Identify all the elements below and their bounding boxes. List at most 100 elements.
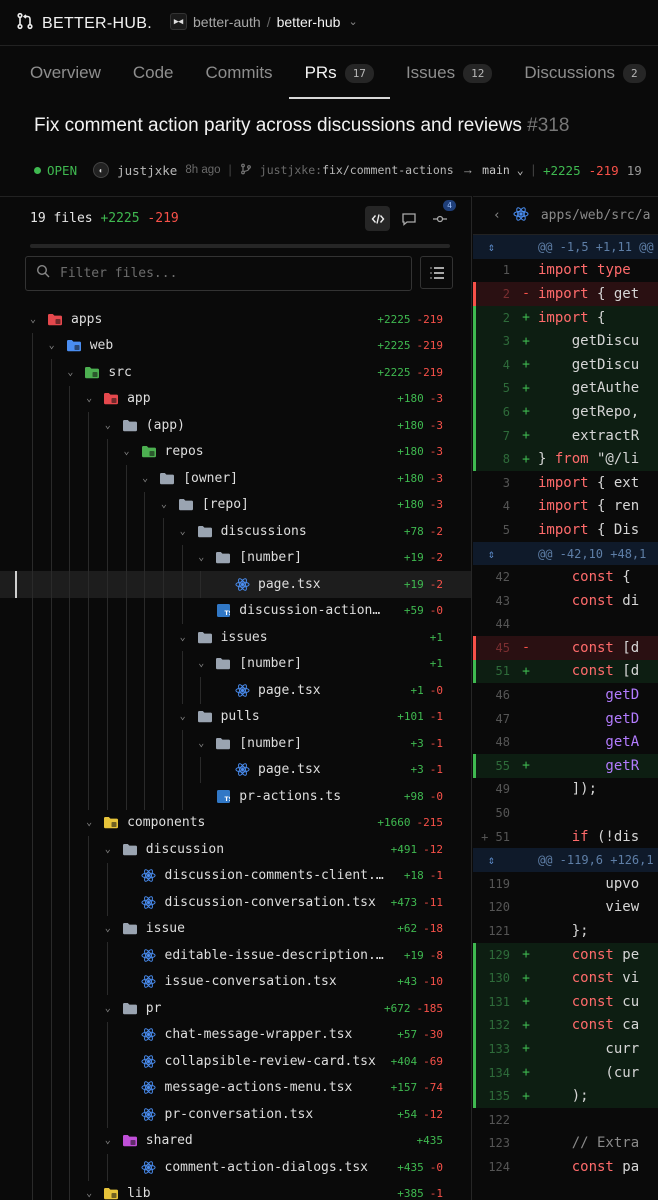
tree-folder-row[interactable]: ⌄ discussions +78 -2 <box>0 518 471 545</box>
chevron-down-icon[interactable]: ⌄ <box>195 658 207 669</box>
tree-folder-row[interactable]: ⌄ [number] +3 -1 <box>0 730 471 757</box>
tree-folder-row[interactable]: ⌄ [repo] +180 -3 <box>0 491 471 518</box>
diff-context-line[interactable]: 119 upvo <box>473 872 658 896</box>
tree-file-row[interactable]: message-actions-menu.tsx +157 -74 <box>0 1074 471 1101</box>
chevron-down-icon[interactable]: ⌄ <box>83 1188 95 1199</box>
tree-folder-row[interactable]: ⌄ pulls +101 -1 <box>0 703 471 730</box>
filter-files-input[interactable] <box>60 266 400 281</box>
diff-context-line[interactable]: 1 import type <box>473 259 658 283</box>
tree-folder-row[interactable]: ⌄ lib +385 -1 <box>0 1180 471 1200</box>
commits-view-button[interactable]: 4 <box>427 200 456 231</box>
chevron-down-icon[interactable]: ⌄ <box>158 499 170 510</box>
tree-folder-row[interactable]: ⌄ [number] +19 -2 <box>0 544 471 571</box>
diff-added-line[interactable]: 3 + getDiscu <box>473 329 658 353</box>
chevron-down-icon[interactable]: ⌄ <box>102 923 114 934</box>
chevron-down-icon[interactable]: ⌄ <box>348 15 357 28</box>
diff-added-line[interactable]: 7 + extractR <box>473 423 658 448</box>
author-avatar[interactable]: ◐ <box>93 162 110 178</box>
breadcrumb-repo[interactable]: better-hub <box>277 14 341 30</box>
tree-file-row[interactable]: editable-issue-description.tsx +19 -8 <box>0 942 471 969</box>
chevron-down-icon[interactable]: ⌄ <box>195 552 207 563</box>
tree-file-row[interactable]: TS discussion-actions.… +59 -0 <box>0 597 471 624</box>
diff-context-line[interactable]: 5 import { Dis <box>473 518 658 542</box>
head-branch[interactable]: justjxke:fix/comment-actions <box>260 163 454 177</box>
tree-file-row[interactable]: page.tsx +19 -2 <box>0 571 471 598</box>
tree-file-row[interactable]: issue-conversation.tsx +43 -10 <box>0 968 471 995</box>
diff-context-line[interactable]: 121 }; <box>473 919 658 943</box>
expand-hunk-icon[interactable]: ⇕ <box>473 240 518 254</box>
diff-added-line[interactable]: 135 + ); <box>473 1084 658 1108</box>
diff-added-line[interactable]: 5 + getAuthe <box>473 376 658 401</box>
chevron-down-icon[interactable]: ⌄ <box>177 632 189 643</box>
diff-added-line[interactable]: 134 + (cur <box>473 1060 658 1085</box>
diff-context-line[interactable]: 49 ]); <box>473 778 658 802</box>
chevron-down-icon[interactable]: ⌄ <box>46 340 58 351</box>
diff-added-line[interactable]: 129 + const pe <box>473 942 658 967</box>
diff-context-line[interactable]: 3 import { ext <box>473 471 658 495</box>
tree-file-row[interactable]: pr-conversation.tsx +54 -12 <box>0 1101 471 1128</box>
chevron-down-icon[interactable]: ⌄ <box>102 1135 114 1146</box>
tree-folder-row[interactable]: ⌄ issue +62 -18 <box>0 915 471 942</box>
chevron-down-icon[interactable]: ⌄ <box>121 446 133 457</box>
diff-context-line[interactable]: + 51 if (!dis <box>473 825 658 849</box>
diff-added-line[interactable]: 132 + const ca <box>473 1013 658 1038</box>
chevron-down-icon[interactable]: ⌄ <box>139 473 151 484</box>
tree-file-row[interactable]: page.tsx +3 -1 <box>0 756 471 783</box>
base-branch[interactable]: main ⌄ <box>482 163 524 177</box>
diff-added-line[interactable]: 130 + const vi <box>473 966 658 990</box>
diff-context-line[interactable]: 47 getD <box>473 707 658 731</box>
chevron-down-icon[interactable]: ⌄ <box>83 393 95 404</box>
diff-added-line[interactable]: 8 +} from "@/li <box>473 447 658 471</box>
chevron-down-icon[interactable]: ⌄ <box>64 367 76 378</box>
tab-overview[interactable]: Overview <box>14 46 117 100</box>
diff-added-line[interactable]: 2 + import { <box>473 305 658 330</box>
diff-context-line[interactable]: 46 getD <box>473 683 658 707</box>
tree-file-row[interactable]: chat-message-wrapper.tsx +57 -30 <box>0 1021 471 1048</box>
diff-added-line[interactable]: 6 + getRepo, <box>473 400 658 424</box>
tab-prs[interactable]: PRs 17 <box>288 46 391 100</box>
tree-file-row[interactable]: collapsible-review-card.tsx +404 -69 <box>0 1048 471 1075</box>
chevron-left-icon[interactable]: ‹ <box>493 208 501 223</box>
chevron-down-icon[interactable]: ⌄ <box>177 526 189 537</box>
tree-folder-row[interactable]: ⌄ apps +2225 -219 <box>0 306 471 333</box>
tree-folder-row[interactable]: ⌄ [number] +1 <box>0 650 471 677</box>
chevron-down-icon[interactable]: ⌄ <box>102 844 114 855</box>
brand[interactable]: BETTER-HUB. <box>16 12 152 35</box>
tree-file-row[interactable]: TS pr-actions.ts +98 -0 <box>0 783 471 810</box>
diff-context-line[interactable]: 44 <box>473 613 658 637</box>
chevron-down-icon[interactable]: ⌄ <box>102 1003 114 1014</box>
diff-hunk-header[interactable]: ⇕ @@ -1,5 +1,11 @@ <box>473 235 658 259</box>
tree-folder-row[interactable]: ⌄ pr +672 -185 <box>0 995 471 1022</box>
diff-removed-line[interactable]: 45- const [d <box>473 636 658 660</box>
tree-folder-row[interactable]: ⌄ (app) +180 -3 <box>0 412 471 439</box>
filter-files-field[interactable] <box>25 256 412 291</box>
tree-folder-row[interactable]: ⌄ [owner] +180 -3 <box>0 465 471 492</box>
chevron-down-icon[interactable]: ⌄ <box>177 711 189 722</box>
tree-folder-row[interactable]: ⌄ src +2225 -219 <box>0 359 471 386</box>
diff-context-line[interactable]: 124 const pa <box>473 1155 658 1179</box>
tree-folder-row[interactable]: ⌄ app +180 -3 <box>0 385 471 412</box>
chevron-down-icon[interactable]: ⌄ <box>27 314 39 325</box>
pr-author[interactable]: justjxke <box>117 163 177 178</box>
tab-code[interactable]: Code <box>117 46 190 100</box>
diff-context-line[interactable]: 42 const { <box>473 565 658 589</box>
tree-folder-row[interactable]: ⌄ components +1660 -215 <box>0 809 471 836</box>
diff-context-line[interactable]: 120 view <box>473 896 658 920</box>
diff-context-line[interactable]: 43 const di <box>473 589 658 613</box>
tab-commits[interactable]: Commits <box>190 46 289 100</box>
code-view-button[interactable] <box>365 206 390 231</box>
tree-file-row[interactable]: discussion-conversation.tsx +473 -11 <box>0 889 471 916</box>
expand-hunk-icon[interactable]: ⇕ <box>473 547 518 561</box>
tree-folder-row[interactable]: ⌄ web +2225 -219 <box>0 332 471 359</box>
diff-added-line[interactable]: 55 + getR <box>473 754 658 778</box>
chevron-down-icon[interactable]: ⌄ <box>102 420 114 431</box>
diff-added-line[interactable]: 4 + getDiscu <box>473 352 658 377</box>
diff-added-line[interactable]: 51 + const [d <box>473 659 658 684</box>
diff-added-line[interactable]: 131 + const cu <box>473 990 658 1014</box>
tab-discussions[interactable]: Discussions 2 <box>508 46 658 100</box>
diff-hunk-header[interactable]: ⇕ @@ -119,6 +126,1 <box>473 848 658 873</box>
comments-view-button[interactable] <box>396 206 421 231</box>
chevron-down-icon[interactable]: ⌄ <box>195 738 207 749</box>
breadcrumb-org[interactable]: better-auth <box>193 14 261 30</box>
tree-folder-row[interactable]: ⌄ repos +180 -3 <box>0 438 471 465</box>
